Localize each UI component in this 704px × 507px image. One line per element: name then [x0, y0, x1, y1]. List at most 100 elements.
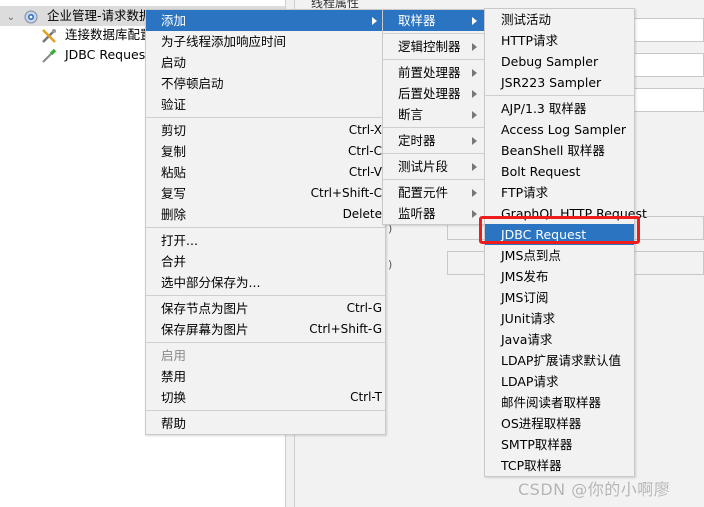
menu-item-label: Java请求 [501, 332, 553, 347]
menu-item-ldap[interactable]: LDAP请求 [485, 371, 634, 392]
menu-item[interactable]: 删除 Delete [146, 204, 385, 225]
menu-separator [485, 95, 634, 96]
context-menu: 添加为子线程添加响应时间 启动不停顿启动验证剪切 Ctrl-X 复制 Ctrl-C 粘贴 C… [145, 9, 386, 435]
menu-item-jms[interactable]: JMS发布 [485, 266, 634, 287]
menu-item-label: AJP/1.3 取样器 [501, 101, 587, 116]
menu-item[interactable]: 逻辑控制器 [383, 36, 485, 57]
menu-item-label: TCP取样器 [501, 458, 562, 473]
menu-separator [383, 59, 485, 60]
shortcut-label: Ctrl+Shift-C [310, 186, 382, 200]
menu-item[interactable]: 断言 [383, 104, 485, 125]
menu-item[interactable]: 添加 [146, 10, 385, 31]
menu-item-label: JSR223 Sampler [501, 75, 602, 90]
menu-item-beanshell[interactable]: BeanShell 取样器 [485, 140, 634, 161]
menu-item[interactable]: 选中部分保存为... [146, 272, 385, 293]
menu-item[interactable]: 复写 Ctrl+Shift-C [146, 183, 385, 204]
menu-separator [146, 342, 385, 343]
menu-item[interactable]: 验证 [146, 94, 385, 115]
menu-item-label: 帮助 [161, 416, 187, 431]
menu-item-label: HTTP请求 [501, 33, 558, 48]
menu-item[interactable]: 邮件阅读者取样器 [485, 392, 634, 413]
menu-item[interactable]: 不停顿启动 [146, 73, 385, 94]
menu-item[interactable]: 配置元件 [383, 182, 485, 203]
menu-item-label: BeanShell 取样器 [501, 143, 605, 158]
menu-item-ldap[interactable]: LDAP扩展请求默认值 [485, 350, 634, 371]
menu-item[interactable]: 禁用 [146, 366, 385, 387]
menu-item[interactable]: 定时器 [383, 130, 485, 151]
menu-item-label: 添加 [161, 13, 187, 28]
menu-item[interactable]: 前置处理器 [383, 62, 485, 83]
menu-separator [146, 295, 385, 296]
menu-item-debug-sampler[interactable]: Debug Sampler [485, 51, 634, 72]
menu-item-label: FTP请求 [501, 185, 549, 200]
submenu-arrow-icon [472, 189, 477, 197]
menu-item-http[interactable]: HTTP请求 [485, 30, 634, 51]
tree-node-jdbc-config[interactable]: 连接数据库配置 [40, 25, 153, 45]
menu-item[interactable]: 后置处理器 [383, 83, 485, 104]
menu-item[interactable]: 粘贴 Ctrl-V [146, 162, 385, 183]
menu-item-jsr223-sampler[interactable]: JSR223 Sampler [485, 72, 634, 93]
menu-item[interactable]: 剪切 Ctrl-X [146, 120, 385, 141]
submenu-arrow-icon [472, 43, 477, 51]
menu-item-jms[interactable]: JMS点到点 [485, 245, 634, 266]
menu-item-ajp-1-3[interactable]: AJP/1.3 取样器 [485, 98, 634, 119]
config-wrench-icon [40, 28, 58, 44]
menu-item-junit[interactable]: JUnit请求 [485, 308, 634, 329]
menu-item[interactable]: 监听器 [383, 203, 485, 224]
menu-item-tcp[interactable]: TCP取样器 [485, 455, 634, 476]
menu-item[interactable]: 测试片段 [383, 156, 485, 177]
submenu-arrow-icon [472, 163, 477, 171]
menu-separator [146, 410, 385, 411]
submenu-arrow-icon [472, 210, 477, 218]
menu-item-access-log-sampler[interactable]: Access Log Sampler [485, 119, 634, 140]
menu-separator [383, 153, 485, 154]
menu-item-label: 选中部分保存为... [161, 275, 261, 290]
chevron-down-icon[interactable]: ⌄ [4, 8, 18, 28]
thread-group-gear-icon [22, 9, 40, 25]
menu-item-ftp[interactable]: FTP请求 [485, 182, 634, 203]
submenu-arrow-icon [472, 17, 477, 25]
menu-item-label: 后置处理器 [398, 86, 461, 101]
menu-item[interactable]: 复制 Ctrl-C [146, 141, 385, 162]
submenu-arrow-icon [472, 90, 477, 98]
menu-item-label: 不停顿启动 [161, 76, 224, 91]
menu-item-label: 禁用 [161, 369, 187, 384]
menu-item[interactable]: 启动 [146, 52, 385, 73]
menu-item-os[interactable]: OS进程取样器 [485, 413, 634, 434]
menu-item-java[interactable]: Java请求 [485, 329, 634, 350]
menu-item[interactable]: 打开... [146, 230, 385, 251]
menu-item-label: 保存节点为图片 [161, 301, 249, 316]
shortcut-label: Delete [342, 207, 382, 221]
menu-item[interactable]: 合并 [146, 251, 385, 272]
menu-item-smtp[interactable]: SMTP取样器 [485, 434, 634, 455]
menu-item-label: JMS发布 [501, 269, 549, 284]
menu-item-label: 复写 [161, 186, 187, 201]
menu-item-label: 测试片段 [398, 159, 449, 174]
menu-item[interactable]: 保存节点为图片 Ctrl-G [146, 298, 385, 319]
menu-separator [383, 33, 485, 34]
menu-item-label: Access Log Sampler [501, 122, 627, 137]
menu-item-jdbc-request[interactable]: JDBC Request [485, 224, 634, 245]
menu-item-label: 逻辑控制器 [398, 39, 461, 54]
menu-item[interactable]: 保存屏幕为图片 Ctrl+Shift-G [146, 319, 385, 340]
menu-item[interactable]: 帮助 [146, 413, 385, 434]
menu-item-label: 保存屏幕为图片 [161, 322, 249, 337]
menu-item-jms[interactable]: JMS订阅 [485, 287, 634, 308]
tree-node-label: 连接数据库配置 [64, 27, 153, 42]
menu-item-graphql-http-request[interactable]: GraphQL HTTP Request [485, 203, 647, 224]
menu-item-label: 测试活动 [501, 12, 552, 27]
menu-item-label: LDAP扩展请求默认值 [501, 353, 621, 368]
menu-item[interactable]: 为子线程添加响应时间 [146, 31, 385, 52]
menu-item-bolt-request[interactable]: Bolt Request [485, 161, 634, 182]
menu-item-label: LDAP请求 [501, 374, 559, 389]
menu-item[interactable]: 取样器 [383, 10, 485, 31]
menu-item-label: 启动 [161, 55, 187, 70]
menu-item-label: 为子线程添加响应时间 [161, 34, 287, 49]
shortcut-label: Ctrl-G [346, 301, 382, 315]
watermark: CSDN @你的小啊廖 [518, 480, 671, 499]
submenu-arrow-icon [472, 69, 477, 77]
menu-item[interactable]: 测试活动 [485, 9, 634, 30]
submenu-arrow-icon [372, 17, 377, 25]
menu-item[interactable]: 切换 Ctrl-T [146, 387, 385, 408]
menu-separator [146, 227, 385, 228]
